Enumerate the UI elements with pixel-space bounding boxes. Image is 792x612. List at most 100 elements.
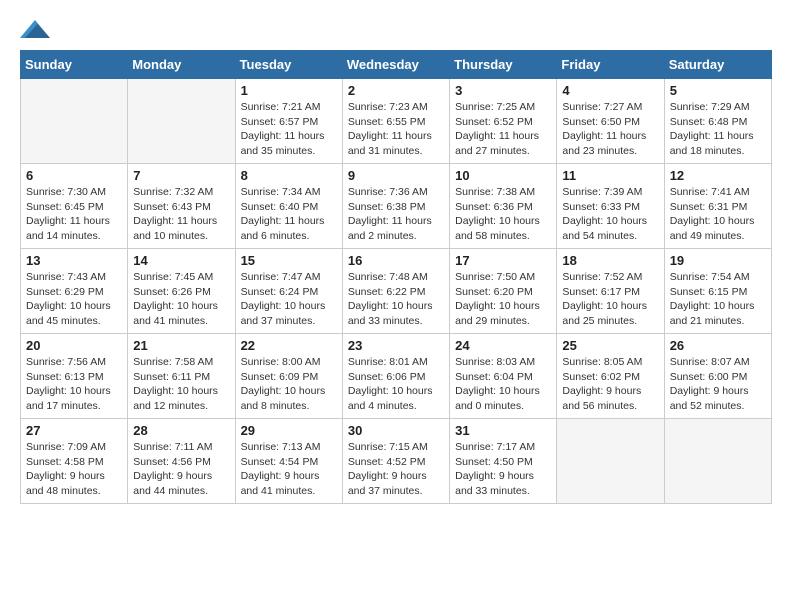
day-info: Sunrise: 8:07 AM Sunset: 6:00 PM Dayligh… xyxy=(670,355,766,414)
day-info: Sunrise: 7:45 AM Sunset: 6:26 PM Dayligh… xyxy=(133,270,229,329)
calendar-cell: 7 Sunrise: 7:32 AM Sunset: 6:43 PM Daylig… xyxy=(128,164,235,249)
day-number: 12 xyxy=(670,168,766,183)
calendar-cell: 12 Sunrise: 7:41 AM Sunset: 6:31 PM Dayli… xyxy=(664,164,771,249)
day-info: Sunrise: 7:50 AM Sunset: 6:20 PM Dayligh… xyxy=(455,270,551,329)
weekday-header: Sunday xyxy=(21,51,128,79)
logo xyxy=(20,20,50,40)
calendar-week-row: 6 Sunrise: 7:30 AM Sunset: 6:45 PM Daylig… xyxy=(21,164,772,249)
day-info: Sunrise: 8:00 AM Sunset: 6:09 PM Dayligh… xyxy=(241,355,337,414)
day-number: 21 xyxy=(133,338,229,353)
day-info: Sunrise: 8:01 AM Sunset: 6:06 PM Dayligh… xyxy=(348,355,444,414)
day-info: Sunrise: 7:34 AM Sunset: 6:40 PM Dayligh… xyxy=(241,185,337,244)
calendar-header-row: SundayMondayTuesdayWednesdayThursdayFrid… xyxy=(21,51,772,79)
calendar-cell: 28 Sunrise: 7:11 AM Sunset: 4:56 PM Dayli… xyxy=(128,419,235,504)
day-number: 22 xyxy=(241,338,337,353)
logo-icon xyxy=(20,20,50,38)
calendar-cell: 20 Sunrise: 7:56 AM Sunset: 6:13 PM Dayli… xyxy=(21,334,128,419)
calendar-cell: 29 Sunrise: 7:13 AM Sunset: 4:54 PM Dayli… xyxy=(235,419,342,504)
day-info: Sunrise: 7:54 AM Sunset: 6:15 PM Dayligh… xyxy=(670,270,766,329)
day-number: 28 xyxy=(133,423,229,438)
day-number: 14 xyxy=(133,253,229,268)
weekday-header: Tuesday xyxy=(235,51,342,79)
day-info: Sunrise: 7:56 AM Sunset: 6:13 PM Dayligh… xyxy=(26,355,122,414)
calendar-cell: 27Sunrise: 7:09 AM Sunset: 4:58 PM Dayli… xyxy=(21,419,128,504)
day-info: Sunrise: 7:52 AM Sunset: 6:17 PM Dayligh… xyxy=(562,270,658,329)
day-number: 5 xyxy=(670,83,766,98)
day-info: Sunrise: 7:39 AM Sunset: 6:33 PM Dayligh… xyxy=(562,185,658,244)
day-info: Sunrise: 7:17 AM Sunset: 4:50 PM Dayligh… xyxy=(455,440,551,499)
calendar-cell: 26 Sunrise: 8:07 AM Sunset: 6:00 PM Dayli… xyxy=(664,334,771,419)
calendar-cell: 9 Sunrise: 7:36 AM Sunset: 6:38 PM Daylig… xyxy=(342,164,449,249)
day-info: Sunrise: 7:47 AM Sunset: 6:24 PM Dayligh… xyxy=(241,270,337,329)
day-number: 27 xyxy=(26,423,122,438)
day-info: Sunrise: 8:03 AM Sunset: 6:04 PM Dayligh… xyxy=(455,355,551,414)
calendar-week-row: 20 Sunrise: 7:56 AM Sunset: 6:13 PM Dayli… xyxy=(21,334,772,419)
day-info: Sunrise: 7:43 AM Sunset: 6:29 PM Dayligh… xyxy=(26,270,122,329)
day-info: Sunrise: 7:27 AM Sunset: 6:50 PM Dayligh… xyxy=(562,100,658,159)
page-header xyxy=(20,20,772,40)
day-number: 3 xyxy=(455,83,551,98)
calendar-cell: 3 Sunrise: 7:25 AM Sunset: 6:52 PM Daylig… xyxy=(450,79,557,164)
day-number: 4 xyxy=(562,83,658,98)
day-number: 7 xyxy=(133,168,229,183)
day-number: 6 xyxy=(26,168,122,183)
day-number: 13 xyxy=(26,253,122,268)
day-info: Sunrise: 7:38 AM Sunset: 6:36 PM Dayligh… xyxy=(455,185,551,244)
day-number: 24 xyxy=(455,338,551,353)
calendar-cell: 2 Sunrise: 7:23 AM Sunset: 6:55 PM Daylig… xyxy=(342,79,449,164)
calendar-cell: 14 Sunrise: 7:45 AM Sunset: 6:26 PM Dayli… xyxy=(128,249,235,334)
day-number: 30 xyxy=(348,423,444,438)
calendar-cell: 10 Sunrise: 7:38 AM Sunset: 6:36 PM Dayli… xyxy=(450,164,557,249)
calendar-cell: 31 Sunrise: 7:17 AM Sunset: 4:50 PM Dayli… xyxy=(450,419,557,504)
day-info: Sunrise: 7:13 AM Sunset: 4:54 PM Dayligh… xyxy=(241,440,337,499)
calendar-cell: 25 Sunrise: 8:05 AM Sunset: 6:02 PM Dayli… xyxy=(557,334,664,419)
day-number: 29 xyxy=(241,423,337,438)
day-number: 2 xyxy=(348,83,444,98)
calendar-week-row: 13 Sunrise: 7:43 AM Sunset: 6:29 PM Dayli… xyxy=(21,249,772,334)
calendar-cell: 21Sunrise: 7:58 AM Sunset: 6:11 PM Dayli… xyxy=(128,334,235,419)
day-info: Sunrise: 7:23 AM Sunset: 6:55 PM Dayligh… xyxy=(348,100,444,159)
calendar-cell: 11Sunrise: 7:39 AM Sunset: 6:33 PM Dayli… xyxy=(557,164,664,249)
weekday-header: Saturday xyxy=(664,51,771,79)
day-number: 17 xyxy=(455,253,551,268)
calendar-cell: 17 Sunrise: 7:50 AM Sunset: 6:20 PM Dayli… xyxy=(450,249,557,334)
day-info: Sunrise: 7:15 AM Sunset: 4:52 PM Dayligh… xyxy=(348,440,444,499)
day-info: Sunrise: 7:25 AM Sunset: 6:52 PM Dayligh… xyxy=(455,100,551,159)
day-number: 8 xyxy=(241,168,337,183)
calendar-cell: 24 Sunrise: 8:03 AM Sunset: 6:04 PM Dayli… xyxy=(450,334,557,419)
day-number: 16 xyxy=(348,253,444,268)
calendar-cell: 5 Sunrise: 7:29 AM Sunset: 6:48 PM Daylig… xyxy=(664,79,771,164)
calendar-cell: 30 Sunrise: 7:15 AM Sunset: 4:52 PM Dayli… xyxy=(342,419,449,504)
calendar-cell: 8 Sunrise: 7:34 AM Sunset: 6:40 PM Daylig… xyxy=(235,164,342,249)
calendar-cell: 18 Sunrise: 7:52 AM Sunset: 6:17 PM Dayli… xyxy=(557,249,664,334)
calendar-cell: 4 Sunrise: 7:27 AM Sunset: 6:50 PM Daylig… xyxy=(557,79,664,164)
calendar-cell: 22 Sunrise: 8:00 AM Sunset: 6:09 PM Dayli… xyxy=(235,334,342,419)
day-number: 18 xyxy=(562,253,658,268)
day-info: Sunrise: 7:30 AM Sunset: 6:45 PM Dayligh… xyxy=(26,185,122,244)
day-info: Sunrise: 7:11 AM Sunset: 4:56 PM Dayligh… xyxy=(133,440,229,499)
calendar-cell xyxy=(21,79,128,164)
day-info: Sunrise: 7:41 AM Sunset: 6:31 PM Dayligh… xyxy=(670,185,766,244)
calendar-cell: 23 Sunrise: 8:01 AM Sunset: 6:06 PM Dayli… xyxy=(342,334,449,419)
day-number: 31 xyxy=(455,423,551,438)
weekday-header: Friday xyxy=(557,51,664,79)
day-number: 25 xyxy=(562,338,658,353)
day-info: Sunrise: 7:36 AM Sunset: 6:38 PM Dayligh… xyxy=(348,185,444,244)
day-number: 26 xyxy=(670,338,766,353)
day-number: 20 xyxy=(26,338,122,353)
calendar-cell xyxy=(664,419,771,504)
calendar-cell: 15Sunrise: 7:47 AM Sunset: 6:24 PM Dayli… xyxy=(235,249,342,334)
day-info: Sunrise: 8:05 AM Sunset: 6:02 PM Dayligh… xyxy=(562,355,658,414)
day-number: 10 xyxy=(455,168,551,183)
day-info: Sunrise: 7:32 AM Sunset: 6:43 PM Dayligh… xyxy=(133,185,229,244)
day-number: 9 xyxy=(348,168,444,183)
calendar-cell xyxy=(557,419,664,504)
day-number: 1 xyxy=(241,83,337,98)
calendar-week-row: 1Sunrise: 7:21 AM Sunset: 6:57 PM Daylig… xyxy=(21,79,772,164)
calendar-cell: 13 Sunrise: 7:43 AM Sunset: 6:29 PM Dayli… xyxy=(21,249,128,334)
day-info: Sunrise: 7:29 AM Sunset: 6:48 PM Dayligh… xyxy=(670,100,766,159)
calendar-cell: 1Sunrise: 7:21 AM Sunset: 6:57 PM Daylig… xyxy=(235,79,342,164)
calendar-cell: 19Sunrise: 7:54 AM Sunset: 6:15 PM Dayli… xyxy=(664,249,771,334)
weekday-header: Monday xyxy=(128,51,235,79)
day-number: 23 xyxy=(348,338,444,353)
